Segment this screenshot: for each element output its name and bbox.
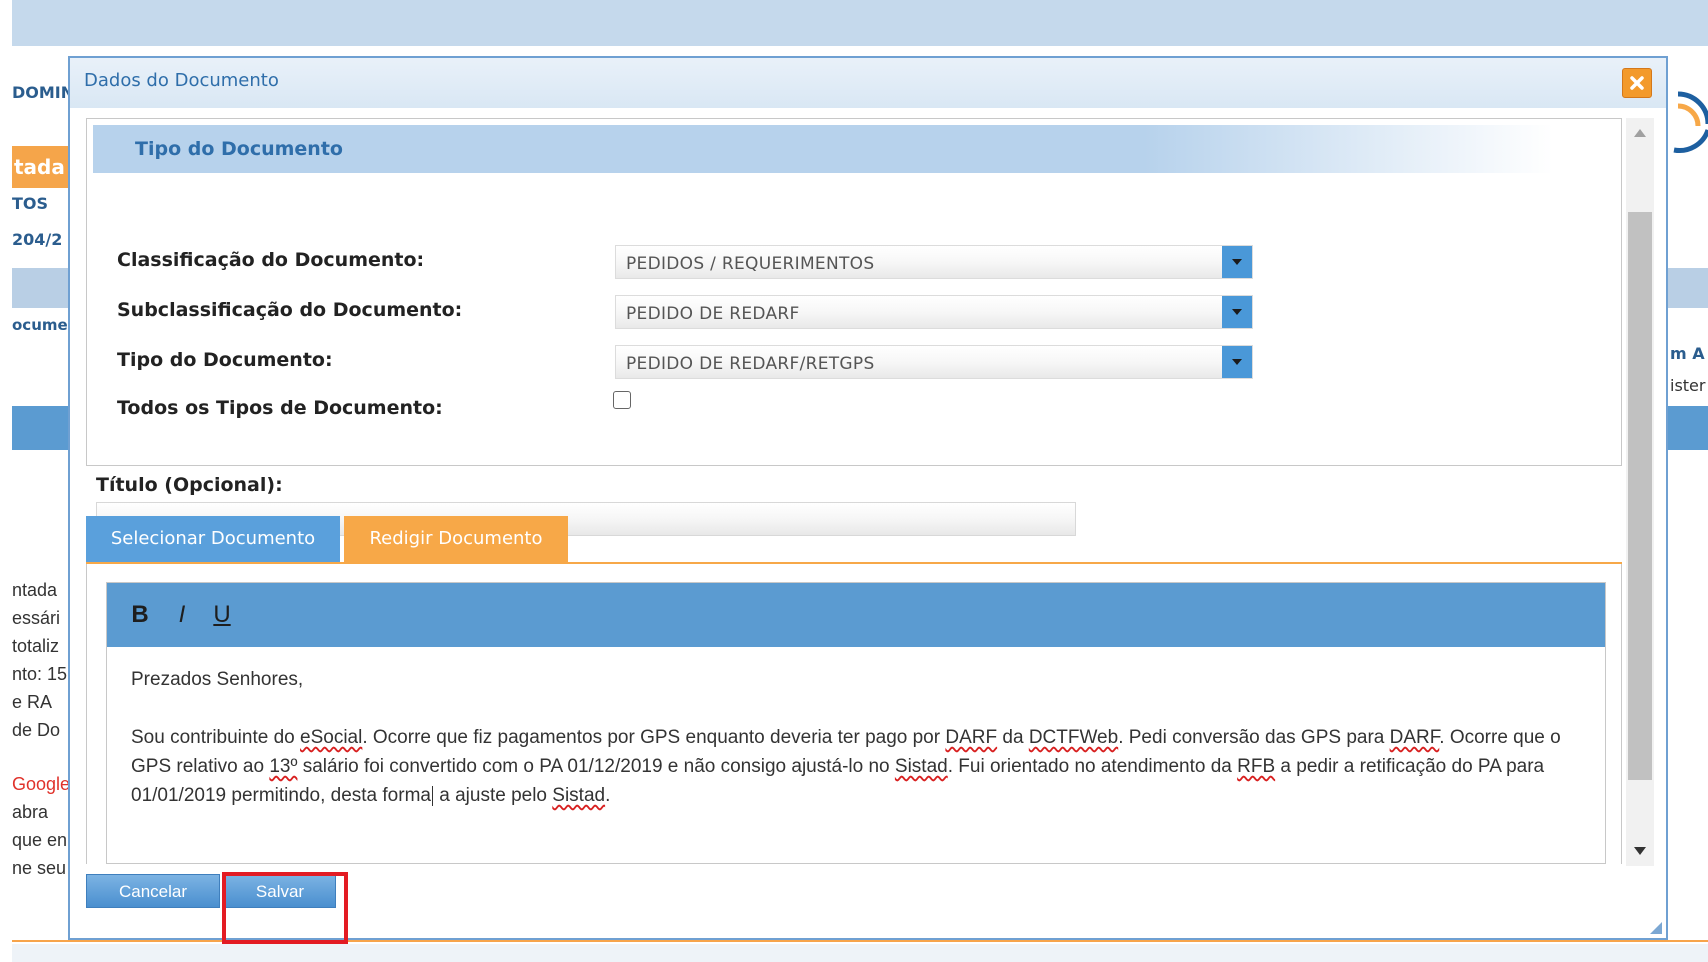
close-button[interactable] <box>1622 68 1652 98</box>
dialog-titlebar[interactable]: Dados do Documento <box>70 58 1666 108</box>
spellcheck-word: DCTFWeb <box>1028 727 1119 748</box>
spellcheck-word: 13º <box>269 756 298 777</box>
close-icon <box>1630 76 1644 90</box>
section-header: Tipo do Documento <box>93 125 1553 173</box>
titulo-label: Título (Opcional): <box>96 474 283 496</box>
page-header-band <box>12 0 1708 46</box>
bg-orange-tab: tada <box>12 146 70 188</box>
editor-spacer <box>131 694 1591 723</box>
editor-content[interactable]: Prezados Senhores, Sou contribuinte do e… <box>131 665 1591 810</box>
bg-body-line: totaliz <box>12 636 60 656</box>
dialog-title: Dados do Documento <box>84 70 279 91</box>
spellcheck-word: RFB <box>1237 756 1276 777</box>
bg-body-line: ne seu <box>12 858 67 878</box>
scroll-up-arrow-icon[interactable] <box>1626 118 1654 148</box>
dropdown-arrow-icon[interactable] <box>1222 246 1252 278</box>
tipo-value: PEDIDO DE REDARF/RETGPS <box>626 354 875 374</box>
classificacao-value: PEDIDOS / REQUERIMENTOS <box>626 254 875 274</box>
bg-google-link[interactable]: Google <box>12 774 70 795</box>
bg-body-line: abra <box>12 802 49 822</box>
text-run: . Pedi conversão das GPS para <box>1118 727 1390 748</box>
tipo-documento-panel: Tipo do Documento Classificação do Docum… <box>86 118 1622 466</box>
text-run: . <box>605 785 611 806</box>
spellcheck-word: DARF <box>945 727 998 748</box>
text-run: salário foi convertido com o PA 01/12/20… <box>297 756 895 777</box>
bg-bottom-band <box>12 944 1708 962</box>
bg-bottom-line <box>12 940 1708 942</box>
spellcheck-word: Sistad <box>894 756 948 777</box>
editor-toolbar: B I U <box>107 583 1605 647</box>
bg-body-line: e RA <box>12 692 53 712</box>
italic-button[interactable]: I <box>169 601 195 629</box>
tipo-label: Tipo do Documento: <box>117 349 333 371</box>
bg-date-text: 204/2 <box>12 230 63 249</box>
text-run: . Ocorre que fiz pagamentos por GPS enqu… <box>362 727 946 748</box>
resize-grip-icon[interactable] <box>1648 920 1662 934</box>
tab-redigir-documento[interactable]: Redigir Documento <box>344 516 568 562</box>
subclassificacao-value: PEDIDO DE REDARF <box>626 304 800 324</box>
logo-icon <box>1673 91 1708 153</box>
classificacao-label: Classificação do Documento: <box>117 249 425 271</box>
text-run: . Fui orientado no atendimento da <box>947 756 1238 777</box>
text-run: da <box>997 727 1029 748</box>
bg-body-line: que en <box>12 830 68 850</box>
spellcheck-word: DARF <box>1389 727 1440 748</box>
section-title: Tipo do Documento <box>135 138 343 160</box>
dialog-scrollbar[interactable] <box>1626 118 1654 866</box>
bg-domain-text: DOMIN <box>12 83 75 102</box>
scrollbar-thumb[interactable] <box>1628 212 1652 780</box>
save-button[interactable]: Salvar <box>224 874 336 908</box>
spellcheck-word: eSocial <box>300 727 363 748</box>
todos-tipos-label: Todos os Tipos de Documento: <box>117 397 443 419</box>
bg-documento-text: ocume <box>12 316 68 334</box>
editor-greeting: Prezados Senhores, <box>131 669 304 690</box>
bold-button[interactable]: B <box>127 601 153 629</box>
dropdown-arrow-icon[interactable] <box>1222 296 1252 328</box>
bg-body-line: de Do <box>12 720 61 740</box>
text-run: a ajuste pelo <box>433 785 553 806</box>
rich-text-editor[interactable]: B I U Prezados Senhores, Sou contribuint… <box>106 582 1606 864</box>
underline-button[interactable]: U <box>209 601 235 629</box>
todos-tipos-checkbox[interactable] <box>613 391 631 409</box>
bg-body-line: ntada <box>12 580 58 600</box>
text-run: Sou contribuinte do <box>131 727 301 748</box>
editor-paragraph: Sou contribuinte do eSocial. Ocorre que … <box>131 723 1591 810</box>
tab-selecionar-documento[interactable]: Selecionar Documento <box>86 516 340 562</box>
bg-tos-text: TOS <box>12 194 49 213</box>
scroll-down-arrow-icon[interactable] <box>1626 836 1654 866</box>
bg-body-line: essári <box>12 608 61 628</box>
spellcheck-word: Sistad <box>552 785 606 806</box>
classificacao-select[interactable]: PEDIDOS / REQUERIMENTOS <box>615 245 1253 279</box>
text-caret <box>431 785 433 806</box>
bg-right-text: ister <box>1670 376 1706 395</box>
bg-right-col: m A <box>1670 344 1705 363</box>
bg-body-line: nto: 15 <box>12 664 68 684</box>
cancel-button[interactable]: Cancelar <box>86 874 220 908</box>
subclassificacao-label: Subclassificação do Documento: <box>117 299 463 321</box>
subclassificacao-select[interactable]: PEDIDO DE REDARF <box>615 295 1253 329</box>
document-dialog: Dados do Documento Tipo do Documento Cla… <box>68 56 1668 940</box>
tipo-select[interactable]: PEDIDO DE REDARF/RETGPS <box>615 345 1253 379</box>
dropdown-arrow-icon[interactable] <box>1222 346 1252 378</box>
